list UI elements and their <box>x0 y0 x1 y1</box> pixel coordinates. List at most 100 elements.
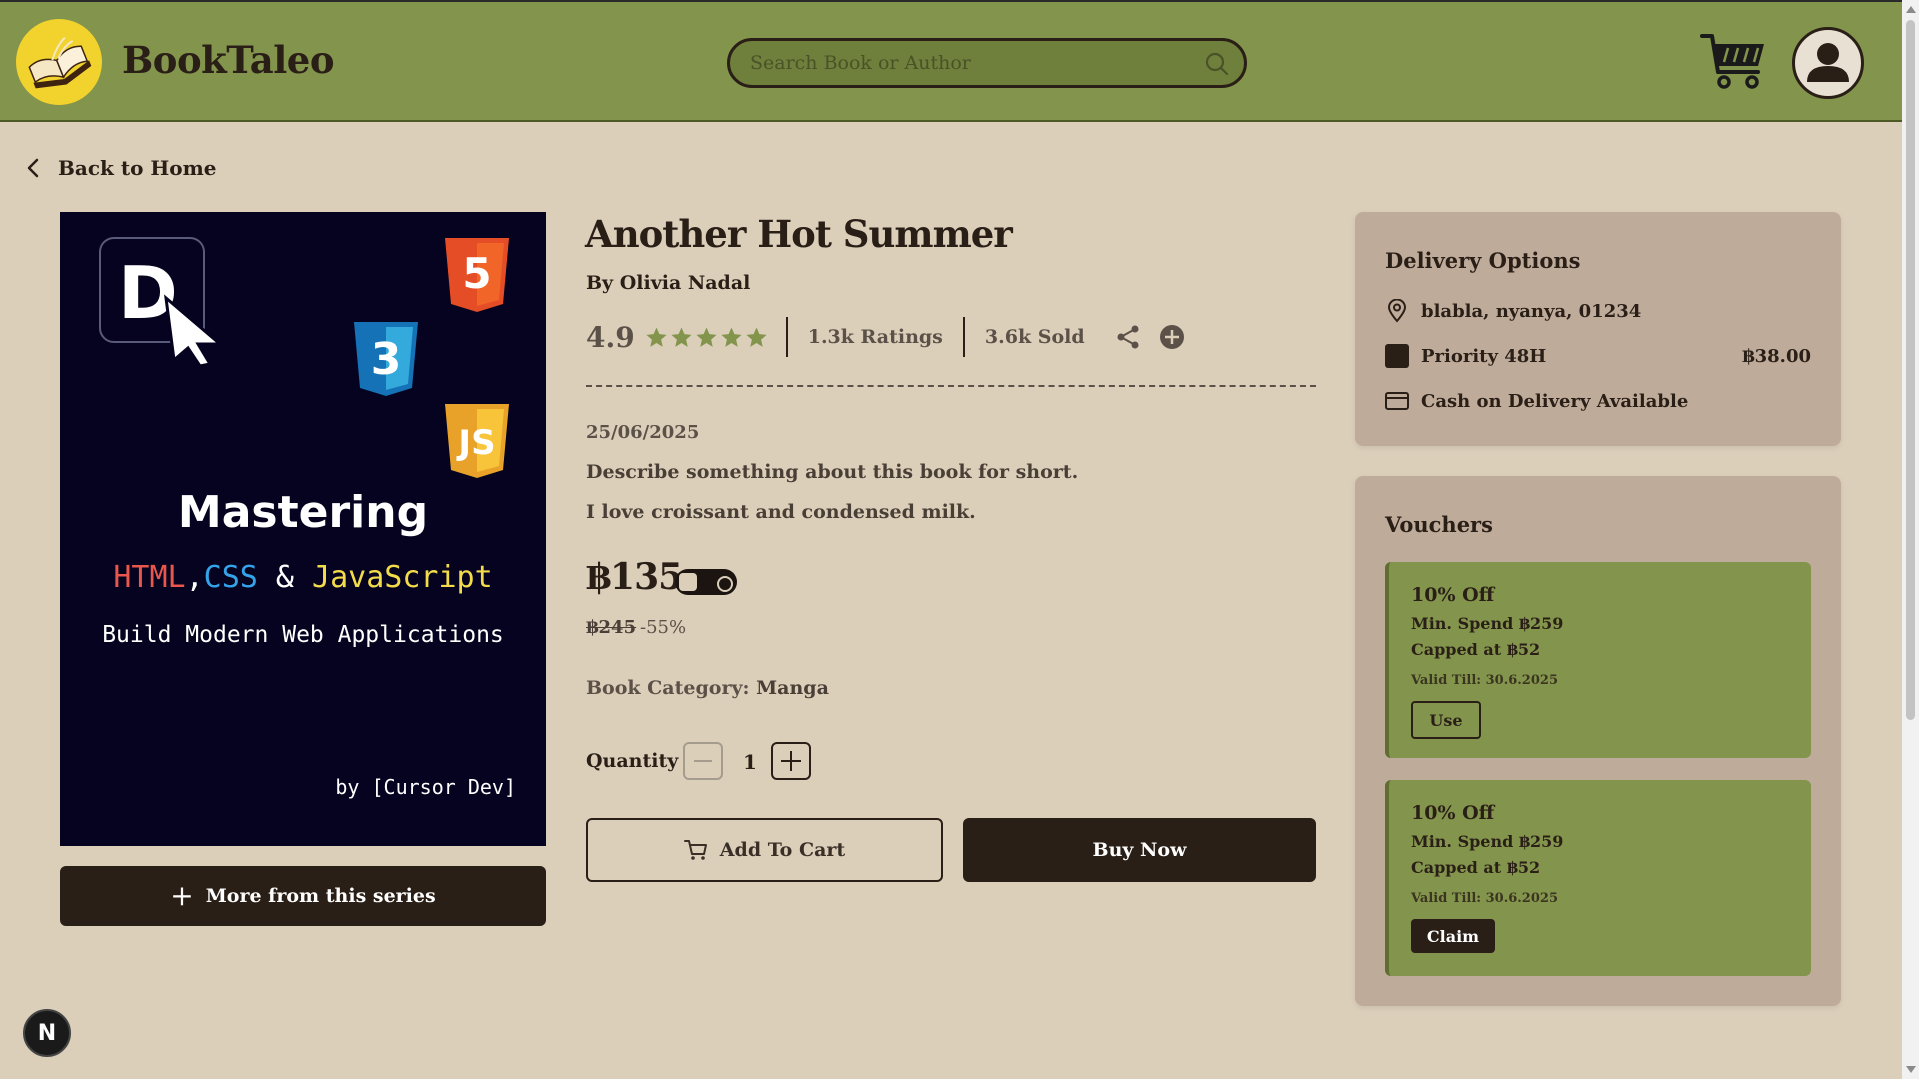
delivery-address-row[interactable]: blabla, nyanya, 01234 <box>1385 297 1811 325</box>
cart-icon <box>683 840 707 860</box>
page-scrollbar[interactable] <box>1902 0 1919 1079</box>
javascript-logo-icon: JS <box>445 404 509 478</box>
voucher-min-spend: Min. Spend ฿259 <box>1411 614 1564 633</box>
quantity-decrease-button[interactable] <box>683 742 723 780</box>
cover-tech-line: HTML,CSS & JavaScript <box>60 560 546 595</box>
html5-logo-icon: 5 <box>445 238 509 312</box>
shopping-cart-icon[interactable] <box>1700 32 1768 92</box>
dev-tools-badge[interactable]: N <box>23 1009 71 1057</box>
voucher-title: 10% Off <box>1411 584 1495 606</box>
buy-now-button[interactable]: Buy Now <box>963 818 1316 882</box>
discount-percent: -55% <box>640 617 687 638</box>
top-header: BookTaleo <box>0 0 1902 122</box>
delivery-options-panel: Delivery Options blabla, nyanya, 01234 P… <box>1355 212 1841 446</box>
voucher-card: 10% Off Min. Spend ฿259 Capped at ฿52 Va… <box>1385 562 1811 758</box>
book-description-line-1: Describe something about this book for s… <box>586 461 1079 483</box>
quantity-label: Quantity <box>586 750 679 772</box>
svg-text:5: 5 <box>462 249 491 298</box>
brand-name[interactable]: BookTaleo <box>122 38 335 82</box>
rating-value: 4.9 <box>586 320 635 354</box>
voucher-cap: Capped at ฿52 <box>1411 858 1541 877</box>
cover-title: Mastering <box>177 487 429 538</box>
publish-date: 25/06/2025 <box>586 422 700 443</box>
star-icon <box>696 326 717 347</box>
book-stats-row: 4.9 1.3k Ratings 3.6k Sold <box>586 316 1185 358</box>
scroll-thumb[interactable] <box>1906 20 1915 720</box>
star-icon <box>646 326 667 347</box>
book-logo-icon <box>28 37 92 89</box>
delivery-price: ฿38.00 <box>1742 345 1811 367</box>
quantity-value: 1 <box>743 750 757 774</box>
add-to-cart-label: Add To Cart <box>719 839 846 861</box>
more-from-series-button[interactable]: + More from this series <box>60 866 546 926</box>
delivery-address: blabla, nyanya, 01234 <box>1421 300 1642 322</box>
voucher-claim-button[interactable]: Claim <box>1411 919 1495 953</box>
share-button[interactable] <box>1115 324 1141 350</box>
add-to-list-button[interactable] <box>1159 324 1185 350</box>
cursor-logo-icon: D <box>99 237 225 366</box>
book-author[interactable]: By Olivia Nadal <box>586 272 750 294</box>
back-to-home-label: Back to Home <box>58 156 217 180</box>
search-icon[interactable] <box>1204 51 1230 77</box>
vouchers-panel: Vouchers 10% Off Min. Spend ฿259 Capped … <box>1355 476 1841 1006</box>
book-title: Another Hot Summer <box>585 212 1013 256</box>
voucher-min-spend: Min. Spend ฿259 <box>1411 832 1564 851</box>
star-icon <box>721 326 742 347</box>
vouchers-title: Vouchers <box>1385 512 1493 537</box>
css3-logo-icon: 3 <box>354 322 418 396</box>
delivery-method-row[interactable]: Priority 48H ฿38.00 <box>1385 342 1811 370</box>
rating-stars <box>645 326 768 349</box>
chevron-left-icon <box>27 158 39 178</box>
location-pin-icon <box>1387 299 1407 323</box>
payment-option: Cash on Delivery Available <box>1421 390 1689 412</box>
price-toggle-switch[interactable] <box>675 569 737 595</box>
cover-subtitle: Build Modern Web Applications <box>102 622 504 648</box>
more-from-series-label: More from this series <box>205 885 436 907</box>
svg-text:JS: JS <box>456 423 495 463</box>
cover-tech-html: HTML <box>113 560 186 595</box>
user-avatar[interactable] <box>1792 27 1864 99</box>
original-price: ฿245 <box>586 617 637 638</box>
payment-row: Cash on Delivery Available <box>1385 387 1811 415</box>
cover-tech-amp: & <box>257 560 313 595</box>
book-category-label: Book Category: <box>586 677 757 699</box>
book-category-value[interactable]: Manga <box>756 677 829 699</box>
add-to-cart-button[interactable]: Add To Cart <box>586 818 943 882</box>
svg-text:3: 3 <box>371 334 402 385</box>
share-icon <box>1117 325 1139 349</box>
check-circle-icon <box>717 576 733 592</box>
voucher-cap: Capped at ฿52 <box>1411 640 1541 659</box>
back-to-home-link[interactable]: Back to Home <box>26 154 217 182</box>
user-icon <box>1807 43 1849 82</box>
plus-circle-icon <box>1159 325 1184 349</box>
logo[interactable] <box>16 19 102 105</box>
voucher-validity: Valid Till: 30.6.2025 <box>1411 673 1558 688</box>
cover-byline: by [Cursor Dev] <box>335 775 516 799</box>
scroll-up-arrow-icon[interactable] <box>1906 6 1916 13</box>
delivery-method: Priority 48H <box>1421 345 1547 367</box>
voucher-title: 10% Off <box>1411 802 1495 824</box>
search-input[interactable] <box>750 50 1190 76</box>
cover-tech-js: JavaScript <box>312 560 493 595</box>
star-icon <box>746 326 767 347</box>
cover-tech-css: CSS <box>203 560 258 595</box>
ratings-count[interactable]: 1.3k Ratings <box>788 326 963 348</box>
sold-count: 3.6k Sold <box>984 326 1085 348</box>
current-price: ฿135 <box>586 556 683 598</box>
quantity-increase-button[interactable] <box>771 742 811 780</box>
book-description-line-2: I love croissant and condensed milk. <box>586 501 976 523</box>
book-category: Book Category: Manga <box>586 677 829 699</box>
star-icon <box>671 326 692 347</box>
voucher-validity: Valid Till: 30.6.2025 <box>1411 891 1558 906</box>
delivery-method-checkbox[interactable] <box>1385 344 1409 368</box>
toggle-knob <box>679 573 697 591</box>
plus-icon: + <box>170 879 194 912</box>
scroll-down-arrow-icon[interactable] <box>1906 1066 1916 1073</box>
voucher-use-button[interactable]: Use <box>1411 701 1481 739</box>
credit-card-icon <box>1385 392 1409 410</box>
voucher-card: 10% Off Min. Spend ฿259 Capped at ฿52 Va… <box>1385 780 1811 976</box>
book-cover-image: D 5 3 JS Mastering HTML,CSS & JavaScript… <box>60 212 546 846</box>
delivery-options-title: Delivery Options <box>1385 248 1581 273</box>
cover-tech-comma: , <box>185 560 204 595</box>
search-bar <box>727 38 1247 88</box>
